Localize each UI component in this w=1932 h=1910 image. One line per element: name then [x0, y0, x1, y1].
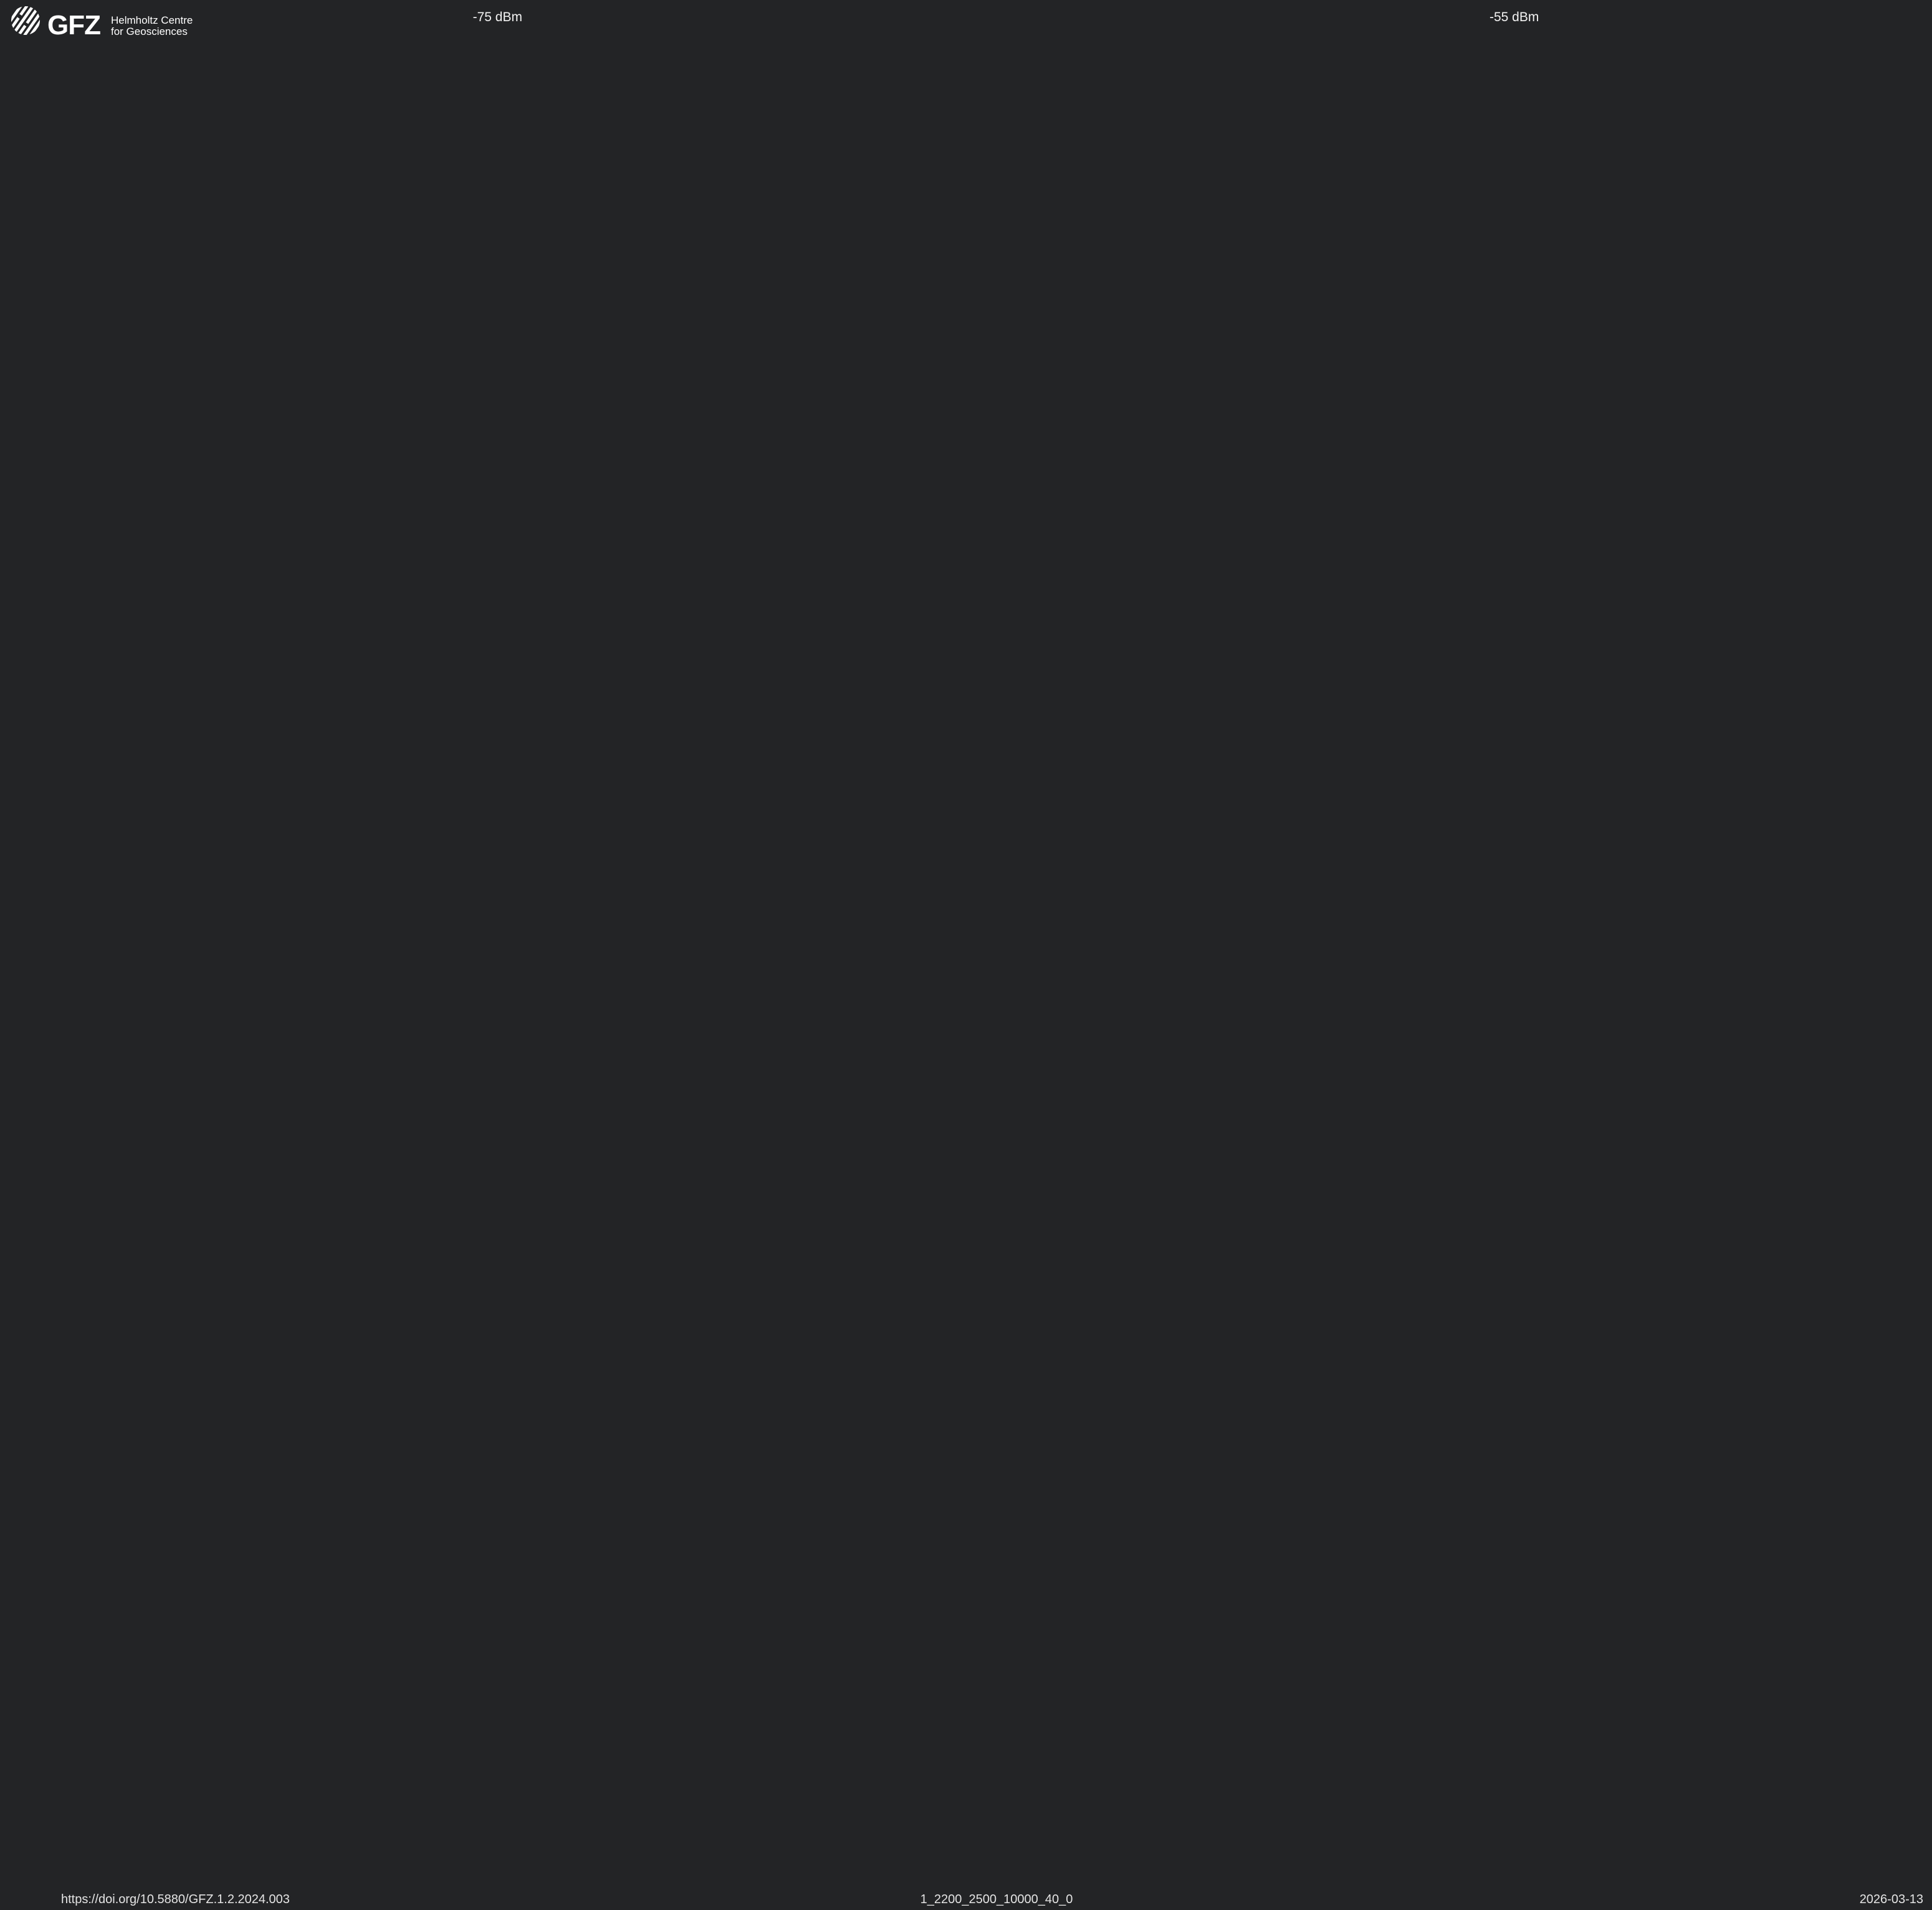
footer-bar: https://doi.org/10.5880/GFZ.1.2.2024.003… — [0, 1889, 1932, 1910]
colorbar-gradient — [530, 14, 1465, 25]
gfz-logo — [11, 6, 40, 35]
spectrogram-page: GFZ Helmholtz Centre for Geosciences -75… — [0, 0, 1932, 1910]
gfz-logo-icon — [11, 6, 40, 35]
logo-name-line1: Helmholtz Centre — [111, 14, 193, 26]
spectrogram-canvas — [61, 75, 1932, 1888]
logo-institution-name: Helmholtz Centre for Geosciences — [111, 15, 193, 37]
colorbar-max-label: -55 dBm — [1490, 10, 1539, 24]
colorbar-min-label: -75 dBm — [472, 10, 522, 24]
footer-date: 2026-03-13 — [1859, 1893, 1923, 1906]
logo-acronym: GFZ — [47, 10, 101, 41]
logo-name-line2: for Geosciences — [111, 26, 188, 37]
footer-dataset-id: 1_2200_2500_10000_40_0 — [920, 1893, 1073, 1906]
